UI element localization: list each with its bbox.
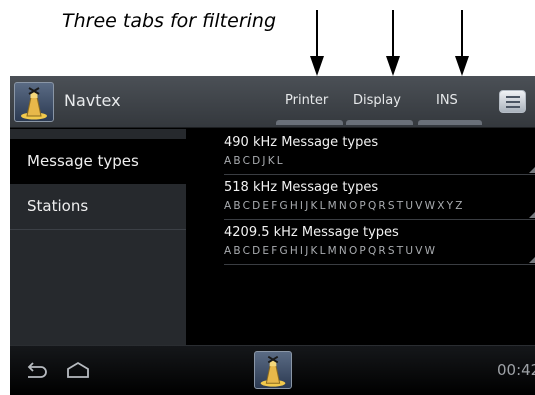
list-item-letters: ABCDEFGHIJKLMNOPQRSTUVW — [224, 245, 438, 257]
arrow-down-icon — [386, 10, 400, 76]
list-item[interactable]: 4209.5 kHz Message types ABCDEFGHIJKLMNO… — [224, 221, 535, 265]
list-item[interactable]: 490 kHz Message types ABCDJKL — [224, 131, 535, 175]
sidebar-item-stations[interactable]: Stations — [10, 184, 186, 229]
divider — [224, 219, 535, 220]
list-item-letters: ABCDEFGHIJKLMNOPQRSTUVWXYZ — [224, 200, 465, 212]
tab-ins[interactable]: INS — [436, 93, 458, 108]
sidebar-item-message-types[interactable]: Message types — [10, 139, 186, 184]
navtex-app-icon[interactable] — [254, 351, 292, 389]
sidebar: Message types Stations — [10, 129, 186, 345]
annotation-text: Three tabs for filtering — [62, 10, 277, 32]
list-item-title: 4209.5 kHz Message types — [224, 225, 399, 240]
list-item[interactable]: 518 kHz Message types ABCDEFGHIJKLMNOPQR… — [224, 176, 535, 220]
arrow-down-icon — [455, 10, 469, 76]
top-bar: Navtex Printer Display INS — [10, 76, 535, 128]
corner-indicator-icon — [529, 257, 535, 263]
divider — [224, 264, 535, 265]
navigation-bar: 00:42 — [10, 345, 535, 395]
corner-indicator-icon — [529, 212, 535, 218]
device-screen: Navtex Printer Display INS Message types… — [10, 76, 535, 395]
sidebar-item-label: Message types — [27, 152, 139, 170]
list-item-letters: ABCDJKL — [224, 155, 285, 167]
sidebar-item-label: Stations — [27, 197, 89, 215]
home-icon[interactable] — [64, 358, 92, 386]
list-item-title: 490 kHz Message types — [224, 135, 379, 150]
list-item-title: 518 kHz Message types — [224, 180, 379, 195]
tab-ins-indicator — [418, 120, 482, 125]
divider — [224, 174, 535, 175]
message-types-list: 490 kHz Message types ABCDJKL 518 kHz Me… — [186, 129, 535, 345]
navtex-app-icon[interactable] — [14, 82, 54, 122]
arrow-down-icon — [310, 10, 324, 76]
app-title: Navtex — [64, 91, 121, 110]
tab-printer[interactable]: Printer — [285, 93, 328, 108]
corner-indicator-icon — [529, 167, 535, 173]
back-icon[interactable] — [22, 358, 48, 386]
menu-icon[interactable] — [499, 90, 526, 113]
tab-display-indicator — [346, 120, 413, 125]
tab-display[interactable]: Display — [353, 93, 401, 108]
tab-printer-indicator — [276, 120, 343, 125]
clock: 00:42 — [497, 361, 535, 379]
sidebar-divider — [10, 229, 186, 230]
